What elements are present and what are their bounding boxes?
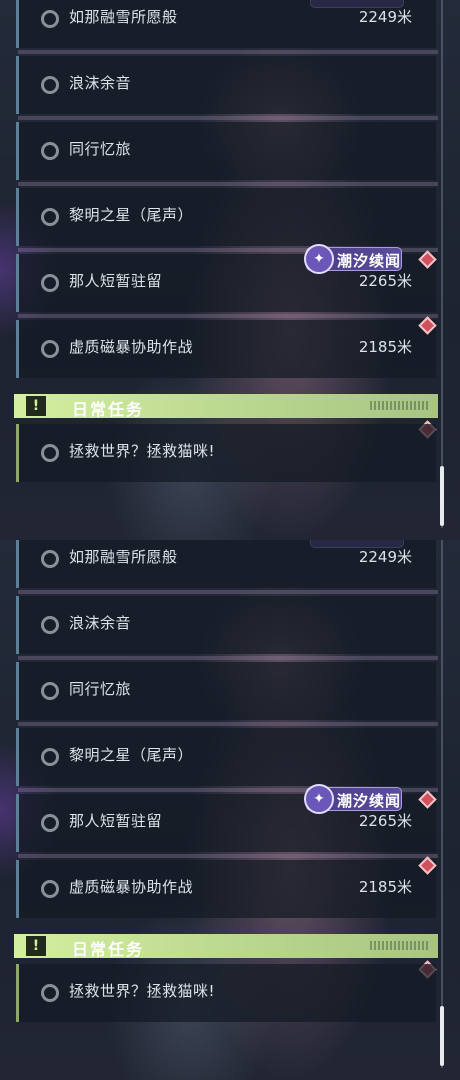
quest-label: 拯救世界？拯救猫咪! — [69, 982, 216, 1000]
tide-badge-label: 潮汐续闻 — [337, 792, 402, 810]
quest-label: 浪沫余音 — [69, 74, 132, 92]
quest-distance: 2265米 — [358, 272, 412, 290]
row-divider — [18, 722, 438, 726]
quest-row-4[interactable]: 黎明之星（尾声） — [16, 188, 436, 246]
radio-icon[interactable] — [41, 208, 59, 226]
row-divider — [18, 182, 438, 186]
daily-quest-title: 日常任务 — [72, 940, 145, 959]
scrollbar-track[interactable] — [441, 540, 443, 1068]
quest-label: 虚质磁暴协助作战 — [69, 338, 194, 356]
radio-icon[interactable] — [41, 682, 59, 700]
radio-icon[interactable] — [41, 880, 59, 898]
quest-panel-bottom: 如那融雪所愿般 2249米 浪沫余音 同行忆旅 黎明之星（尾声） 那人短暂驻留 … — [0, 540, 460, 1080]
quest-distance: 2249米 — [358, 548, 412, 566]
quest-row-6[interactable]: 虚质磁暴协助作战 2185米 — [16, 860, 436, 918]
quest-label: 如那融雪所愿般 — [69, 8, 178, 26]
quest-distance: 2185米 — [358, 878, 412, 896]
scrollbar-thumb[interactable] — [440, 1006, 444, 1066]
quest-row-1[interactable]: 如那融雪所愿般 2249米 — [16, 540, 436, 588]
quest-row-2[interactable]: 浪沫余音 — [16, 56, 436, 114]
header-decoration — [370, 401, 428, 410]
quest-label: 浪沫余音 — [69, 614, 132, 632]
daily-quest-row[interactable]: 拯救世界？拯救猫咪! — [16, 424, 436, 482]
daily-quest-title: 日常任务 — [72, 400, 145, 419]
quest-row-4[interactable]: 黎明之星（尾声） — [16, 728, 436, 786]
quest-label: 如那融雪所愿般 — [69, 548, 178, 566]
exclamation-icon: ! — [26, 936, 46, 956]
quest-distance: 2185米 — [358, 338, 412, 356]
tide-badge[interactable]: ✦ 潮汐续闻 — [304, 244, 402, 274]
radio-icon[interactable] — [41, 984, 59, 1002]
tide-badge-label: 潮汐续闻 — [337, 252, 402, 270]
scrollbar-track[interactable] — [441, 0, 443, 528]
radio-icon[interactable] — [41, 444, 59, 462]
header-decoration — [370, 941, 428, 950]
radio-icon[interactable] — [41, 340, 59, 358]
row-divider — [18, 116, 438, 120]
row-divider — [18, 314, 438, 318]
quest-label: 同行忆旅 — [69, 140, 132, 158]
quest-row-3[interactable]: 同行忆旅 — [16, 122, 436, 180]
row-divider — [18, 50, 438, 54]
row-divider — [18, 656, 438, 660]
row-divider — [18, 590, 438, 594]
radio-icon[interactable] — [41, 142, 59, 160]
daily-quest-row[interactable]: 拯救世界？拯救猫咪! — [16, 964, 436, 1022]
quest-row-3[interactable]: 同行忆旅 — [16, 662, 436, 720]
quest-label: 虚质磁暴协助作战 — [69, 878, 194, 896]
sparkle-icon: ✦ — [304, 784, 334, 814]
quest-row-1[interactable]: 如那融雪所愿般 2249米 — [16, 0, 436, 48]
quest-label: 拯救世界？拯救猫咪! — [69, 442, 216, 460]
scrollbar-thumb[interactable] — [440, 466, 444, 526]
tide-badge[interactable]: ✦ 潮汐续闻 — [304, 784, 402, 814]
quest-panel-top: 如那融雪所愿般 2249米 浪沫余音 同行忆旅 黎明之星（尾声） 那人短暂驻留 … — [0, 0, 460, 540]
radio-icon[interactable] — [41, 616, 59, 634]
radio-icon[interactable] — [41, 748, 59, 766]
quest-row-2[interactable]: 浪沫余音 — [16, 596, 436, 654]
row-divider — [18, 854, 438, 858]
radio-icon[interactable] — [41, 76, 59, 94]
sparkle-icon: ✦ — [304, 244, 334, 274]
quest-label: 同行忆旅 — [69, 680, 132, 698]
daily-quest-header[interactable]: ! 日常任务 — [14, 934, 438, 959]
radio-icon[interactable] — [41, 10, 59, 28]
daily-quest-header[interactable]: ! 日常任务 — [14, 394, 438, 419]
radio-icon[interactable] — [41, 274, 59, 292]
quest-label: 那人短暂驻留 — [69, 812, 163, 830]
radio-icon[interactable] — [41, 814, 59, 832]
quest-distance: 2265米 — [358, 812, 412, 830]
quest-row-6[interactable]: 虚质磁暴协助作战 2185米 — [16, 320, 436, 378]
quest-label: 那人短暂驻留 — [69, 272, 163, 290]
radio-icon[interactable] — [41, 550, 59, 568]
quest-label: 黎明之星（尾声） — [69, 206, 194, 224]
quest-distance: 2249米 — [358, 8, 412, 26]
exclamation-icon: ! — [26, 396, 46, 416]
quest-label: 黎明之星（尾声） — [69, 746, 194, 764]
